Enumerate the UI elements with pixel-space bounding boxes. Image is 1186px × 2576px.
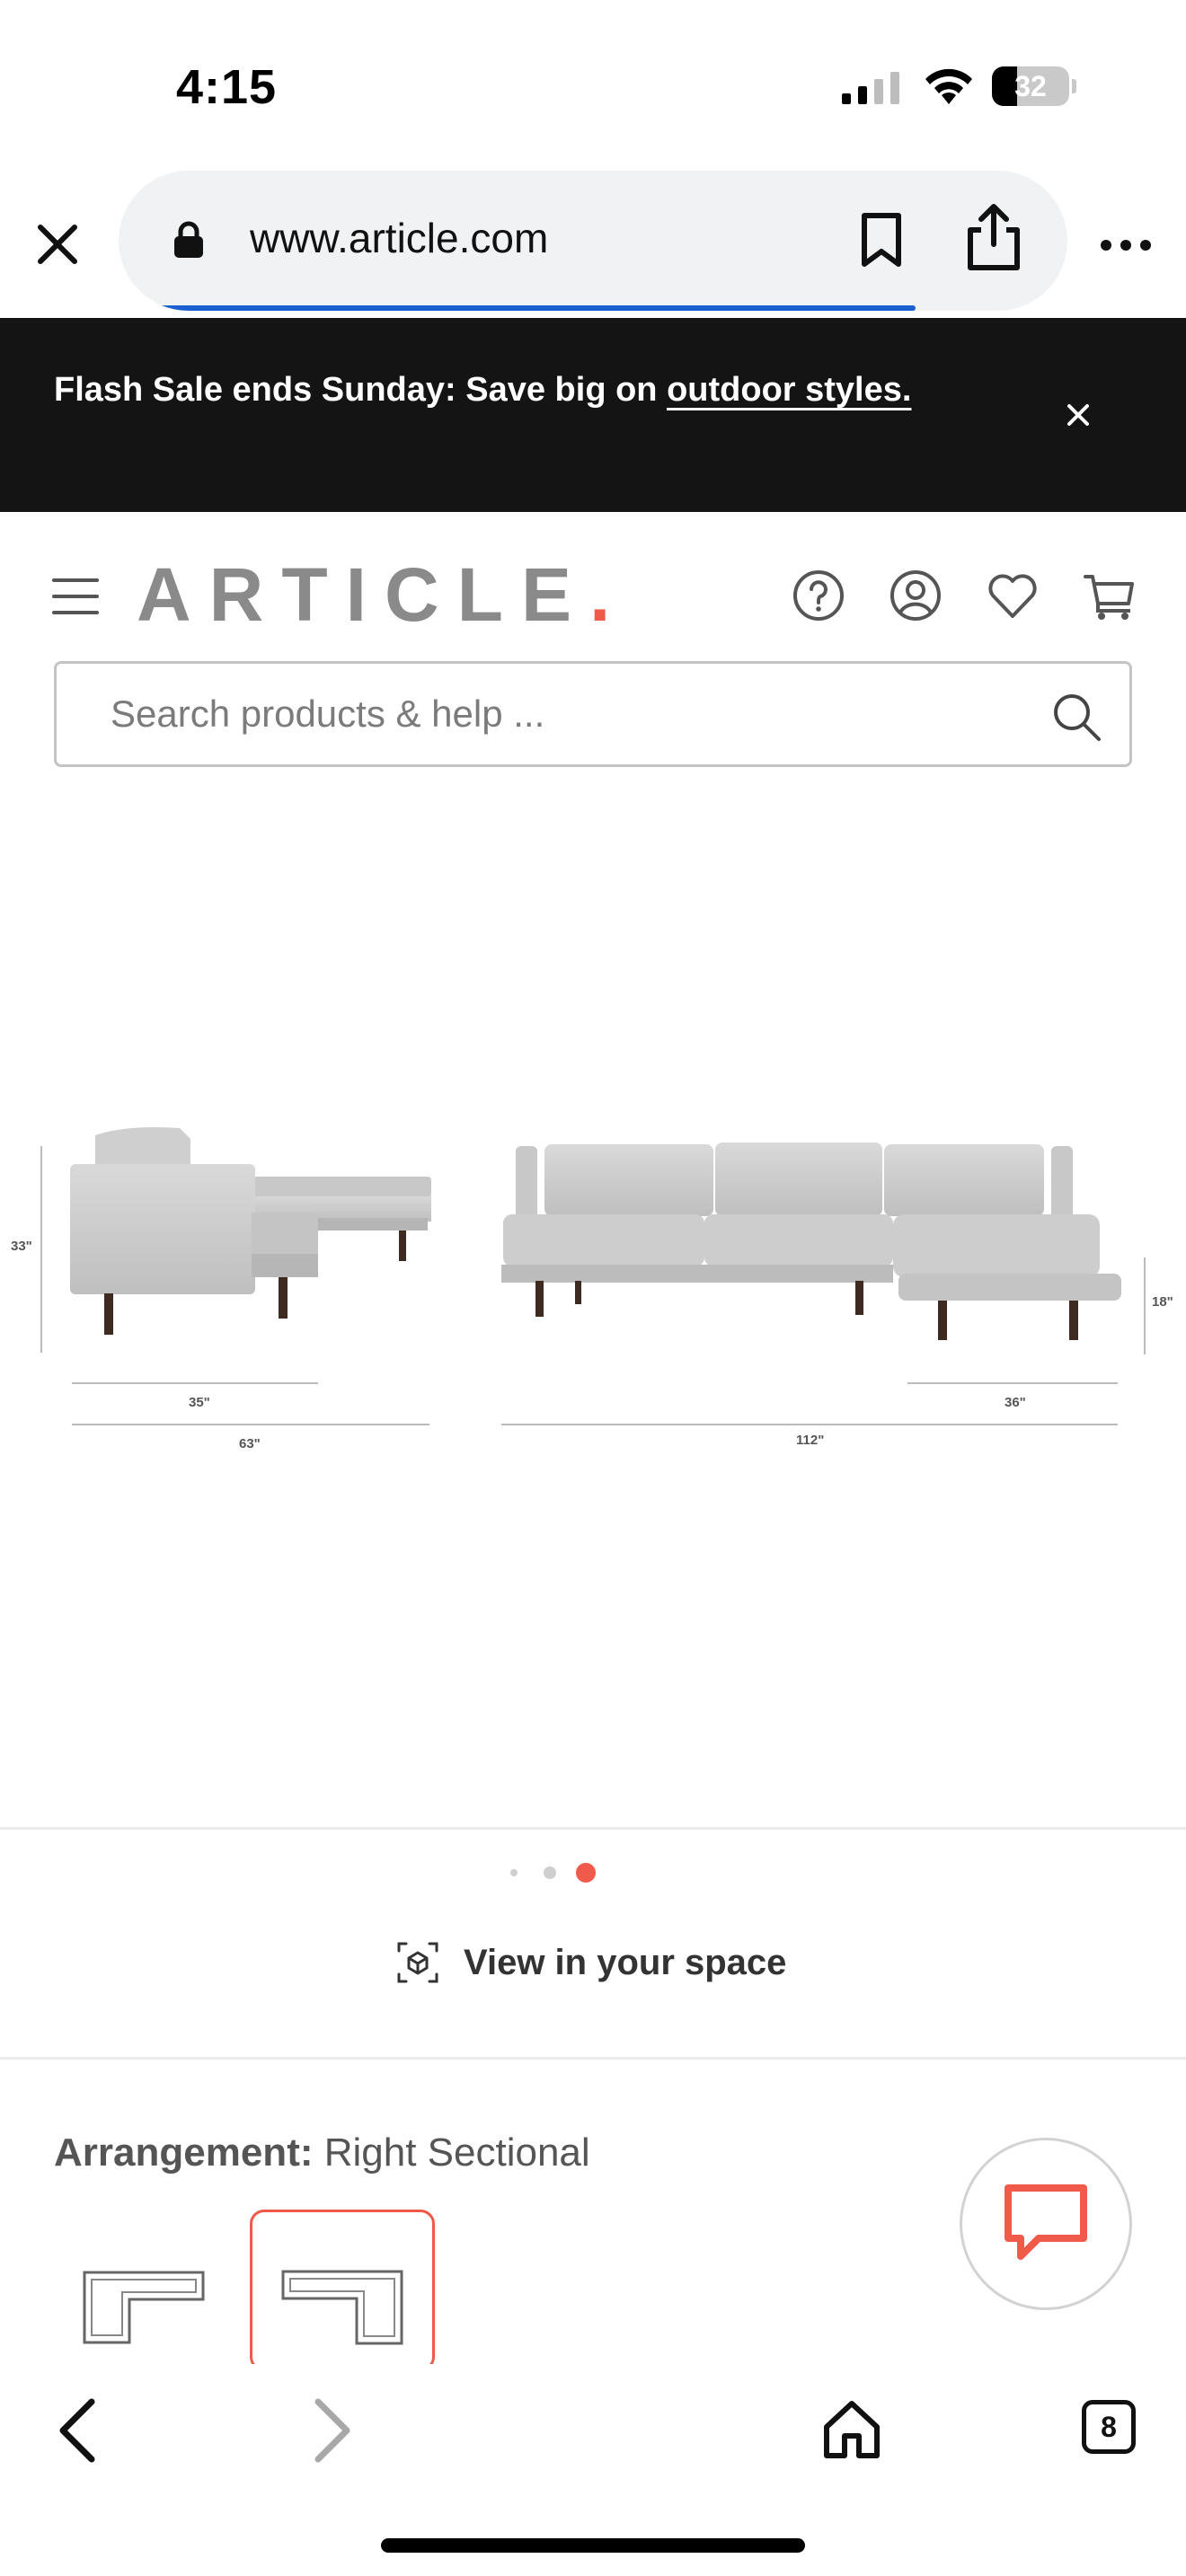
ar-cube-icon: [397, 1942, 438, 1983]
product-image[interactable]: 33" 35" 63" 36" 112" 18": [0, 1042, 1186, 1473]
home-indicator: [381, 2538, 805, 2553]
status-time: 4:15: [176, 60, 278, 114]
carousel-dot[interactable]: [544, 1866, 556, 1879]
arrangement-option-right-sectional[interactable]: [250, 2210, 435, 2371]
dim-width: 112": [796, 1433, 824, 1448]
help-icon[interactable]: [791, 568, 846, 623]
search-input[interactable]: Search products & help ...: [54, 661, 1132, 767]
status-bar: 4:15 32: [0, 0, 1186, 171]
signal-icon: [842, 72, 899, 104]
divider: [0, 2057, 1186, 2060]
close-button[interactable]: [31, 217, 84, 271]
carousel-indicator[interactable]: [503, 1859, 611, 1886]
browser-bar: www.article.com: [0, 171, 1186, 318]
logo-text: ARTICLE: [137, 552, 589, 637]
forward-icon[interactable]: [305, 2395, 359, 2466]
sofa-front-view: [501, 1142, 1121, 1340]
chat-icon: [1005, 2184, 1087, 2260]
back-icon[interactable]: [50, 2395, 104, 2466]
battery-level: 32: [1014, 70, 1047, 102]
search-placeholder: Search products & help ...: [111, 693, 545, 735]
site-header: ARTICLE.: [0, 512, 1186, 656]
more-icon: [1101, 240, 1151, 251]
carousel-dot[interactable]: [510, 1869, 518, 1876]
more-button[interactable]: [1096, 223, 1155, 268]
arrangement-option-left-sectional[interactable]: [58, 2210, 243, 2371]
promo-close-button[interactable]: [1051, 388, 1105, 442]
bookmark-icon[interactable]: [850, 208, 913, 271]
dim-seat-depth: 35": [189, 1395, 210, 1410]
url-text: www.article.com: [250, 215, 549, 261]
search-icon[interactable]: [1050, 691, 1102, 743]
sofa-side-view: [70, 1127, 431, 1335]
battery-icon: 32: [992, 66, 1076, 106]
lock-icon: [174, 221, 203, 258]
wifi-icon: [925, 68, 972, 104]
close-icon: [1067, 404, 1089, 426]
arrangement-key: Arrangement:: [54, 2130, 314, 2175]
page-load-progress: [119, 305, 916, 311]
dim-height: 33": [11, 1239, 32, 1254]
home-icon[interactable]: [819, 2396, 884, 2461]
dim-chaise-width: 36": [1005, 1395, 1026, 1410]
chat-button[interactable]: [960, 2138, 1132, 2310]
promo-link[interactable]: outdoor styles.: [667, 371, 911, 409]
logo-dot: .: [589, 552, 629, 637]
view-in-space-label: View in your space: [464, 1942, 787, 1982]
tabs-button[interactable]: 8: [1082, 2400, 1136, 2454]
menu-icon[interactable]: [52, 577, 99, 616]
promo-text: Flash Sale ends Sunday: Save big on outd…: [54, 357, 916, 422]
promo-banner: Flash Sale ends Sunday: Save big on outd…: [0, 318, 1186, 512]
site-logo[interactable]: ARTICLE.: [137, 551, 628, 639]
address-bar[interactable]: www.article.com: [119, 171, 1067, 311]
carousel-dot[interactable]: [576, 1863, 596, 1883]
close-icon: [38, 225, 77, 264]
arrangement-value: Right Sectional: [323, 2130, 590, 2175]
right-sectional-icon: [281, 2270, 403, 2345]
view-in-space-button[interactable]: View in your space: [395, 1931, 809, 1994]
dim-seat-height: 18": [1152, 1294, 1173, 1310]
wishlist-icon[interactable]: [985, 568, 1040, 623]
arrangement-label: Arrangement: Right Sectional: [54, 2130, 590, 2175]
promo-message: Flash Sale ends Sunday: Save big on: [54, 371, 668, 409]
divider: [0, 1827, 1186, 1830]
dim-depth: 63": [239, 1436, 261, 1451]
share-icon[interactable]: [958, 201, 1030, 273]
cart-icon[interactable]: [1082, 568, 1137, 623]
left-sectional-icon: [83, 2271, 205, 2344]
account-icon[interactable]: [888, 568, 943, 623]
